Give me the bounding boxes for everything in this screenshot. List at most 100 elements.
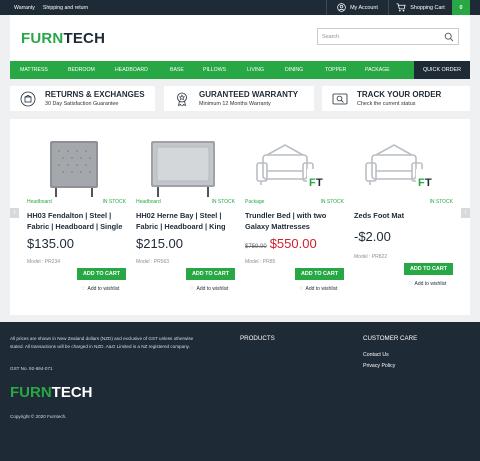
feature-warranty-title: Guranteed Warranty xyxy=(199,90,299,99)
add-to-wishlist-link[interactable]: ♡ Add to wishlist xyxy=(408,281,446,287)
product-card: F T Package In Stock Trundler Bed | with… xyxy=(245,119,344,315)
placeholder-logo-t: T xyxy=(316,177,323,189)
feature-returns: Returns & Exchanges 30 Day Satisfaction … xyxy=(10,86,155,111)
my-account-link[interactable]: My Account xyxy=(326,0,388,15)
search-icon[interactable] xyxy=(444,32,454,42)
nav-item-pillows[interactable]: Pillows xyxy=(203,61,226,79)
product-card: F T In Stock Zeds Foot Mat -$2.00 Model … xyxy=(354,119,453,315)
product-image-placeholder[interactable]: F T xyxy=(245,127,344,197)
product-name[interactable]: HH03 Fendalton | Steel | Fabric | Headbo… xyxy=(27,210,126,232)
add-to-cart-button[interactable]: Add to Cart xyxy=(77,268,126,280)
footer-customer-care-heading: Customer Care xyxy=(363,335,418,342)
heart-icon: ♡ xyxy=(190,286,195,292)
product-image-headboard-tufted[interactable] xyxy=(27,127,126,197)
stock-status: In Stock xyxy=(102,199,126,205)
product-price: -$2.00 xyxy=(354,229,391,244)
add-to-wishlist-link[interactable]: ♡ Add to wishlist xyxy=(299,286,337,292)
product-card: Headboard In Stock HH02 Herne Bay | Stee… xyxy=(136,119,235,315)
warranty-link[interactable]: Warranty xyxy=(14,5,35,11)
wishlist-label: Add to wishlist xyxy=(87,286,120,292)
site-logo[interactable]: FURNTECH xyxy=(21,30,105,47)
sale-price: $550.00 xyxy=(269,236,317,251)
add-to-cart-button[interactable]: Add to Cart xyxy=(404,263,453,275)
feature-track-subtitle: Check the current status xyxy=(357,101,416,107)
footer-privacy-policy-link[interactable]: Privacy Policy xyxy=(363,363,395,369)
wishlist-label: Add to wishlist xyxy=(196,286,229,292)
price-value: -$2.00 xyxy=(354,229,391,244)
nav-item-bedroom[interactable]: Bedroom xyxy=(68,61,95,79)
product-model: Model : PR85 xyxy=(245,259,276,265)
logo-tech: TECH xyxy=(63,30,106,47)
shipping-return-link[interactable]: Shipping and return xyxy=(43,5,88,11)
wishlist-label: Add to wishlist xyxy=(414,281,447,287)
stock-status: In Stock xyxy=(429,199,453,205)
nav-item-topper[interactable]: Topper xyxy=(325,61,346,79)
product-category[interactable]: Headboard xyxy=(27,199,52,205)
heart-icon: ♡ xyxy=(299,286,304,292)
product-name[interactable]: HH02 Herne Bay | Steel | Fabric | Headbo… xyxy=(136,210,235,232)
heart-icon: ♡ xyxy=(81,286,86,292)
add-to-wishlist-link[interactable]: ♡ Add to wishlist xyxy=(81,286,119,292)
price-value: $215.00 xyxy=(136,236,183,251)
product-category[interactable]: Package xyxy=(245,199,264,205)
carousel-next-arrow[interactable]: › xyxy=(461,208,470,218)
heart-icon: ♡ xyxy=(408,281,413,287)
stock-status: In Stock xyxy=(211,199,235,205)
nav-item-mattress[interactable]: Mattress xyxy=(20,61,48,79)
product-model: Model : PR234 xyxy=(27,259,61,265)
product-model: Model : PR563 xyxy=(136,259,170,265)
warranty-badge-icon xyxy=(177,92,187,107)
footer-products-heading: Products xyxy=(240,335,275,342)
feature-warranty: Guranteed Warranty Minimum 12 Months War… xyxy=(164,86,314,111)
product-price: $135.00 xyxy=(27,236,74,251)
product-image-placeholder[interactable]: F T xyxy=(354,127,453,197)
product-name[interactable]: Zeds Foot Mat xyxy=(354,210,453,221)
product-model: Model : PR822 xyxy=(354,254,388,260)
top-links: Warranty Shipping and return xyxy=(14,0,88,15)
placeholder-logo-f: F xyxy=(418,177,425,189)
footer-contact-us-link[interactable]: Contact Us xyxy=(363,352,389,358)
nav-item-living[interactable]: Living xyxy=(247,61,264,79)
product-name[interactable]: Trundler Bed | with two Galaxy Mattresse… xyxy=(245,210,344,232)
search-input[interactable] xyxy=(322,31,440,43)
old-price: $759.00 xyxy=(245,244,267,250)
nav-item-headboard[interactable]: Headboard xyxy=(115,61,148,79)
main-nav: Mattress Bedroom Headboard Base Pillows … xyxy=(10,61,470,79)
product-category[interactable]: Headboard xyxy=(136,199,161,205)
site-header: FURNTECH xyxy=(10,15,470,61)
stock-status: In Stock xyxy=(320,199,344,205)
shopping-cart-link[interactable]: Shopping Cart xyxy=(388,0,452,15)
top-bar: Warranty Shipping and return My Account … xyxy=(0,0,480,15)
feature-track-order: Track Your Order Check the current statu… xyxy=(322,86,470,111)
add-to-wishlist-link[interactable]: ♡ Add to wishlist xyxy=(190,286,228,292)
search-box xyxy=(317,28,459,45)
product-price: $759.00 $550.00 xyxy=(245,236,317,251)
product-carousel: ‹ › Headboard In Stock HH03 Fendalton | … xyxy=(10,119,470,315)
product-price: $215.00 xyxy=(136,236,183,251)
add-to-cart-button[interactable]: Add to Cart xyxy=(295,268,344,280)
product-image-headboard-panel[interactable] xyxy=(136,127,235,197)
nav-item-base[interactable]: Base xyxy=(170,61,184,79)
footer-logo-tech: TECH xyxy=(51,384,93,401)
shopping-cart-label: Shopping Cart xyxy=(410,4,445,11)
nav-item-package[interactable]: Package xyxy=(365,61,390,79)
feature-warranty-subtitle: Minimum 12 Months Warranty xyxy=(199,101,271,107)
nav-item-dining[interactable]: Dining xyxy=(285,61,303,79)
site-footer: All prices are shown in New Zealand doll… xyxy=(0,322,480,461)
placeholder-logo-f: F xyxy=(309,177,316,189)
product-card: Headboard In Stock HH03 Fendalton | Stee… xyxy=(27,119,126,315)
track-order-icon xyxy=(332,93,348,105)
footer-gst-number: GST No. 92-664-071 xyxy=(10,366,53,371)
footer-logo[interactable]: FURNTECH xyxy=(10,384,93,401)
cart-count-badge[interactable]: 0 xyxy=(452,0,470,15)
carousel-prev-arrow[interactable]: ‹ xyxy=(10,208,19,218)
feature-returns-title: Returns & Exchanges xyxy=(45,90,145,99)
footer-logo-furn: FURN xyxy=(10,384,52,401)
my-account-label: My Account xyxy=(350,4,378,11)
add-to-cart-button[interactable]: Add to Cart xyxy=(186,268,235,280)
logo-furn: FURN xyxy=(21,30,64,47)
quick-order-button[interactable]: Quick Order xyxy=(414,61,470,79)
footer-legal-text: All prices are shown in New Zealand doll… xyxy=(10,336,194,349)
placeholder-logo-t: T xyxy=(425,177,432,189)
price-value: $135.00 xyxy=(27,236,74,251)
